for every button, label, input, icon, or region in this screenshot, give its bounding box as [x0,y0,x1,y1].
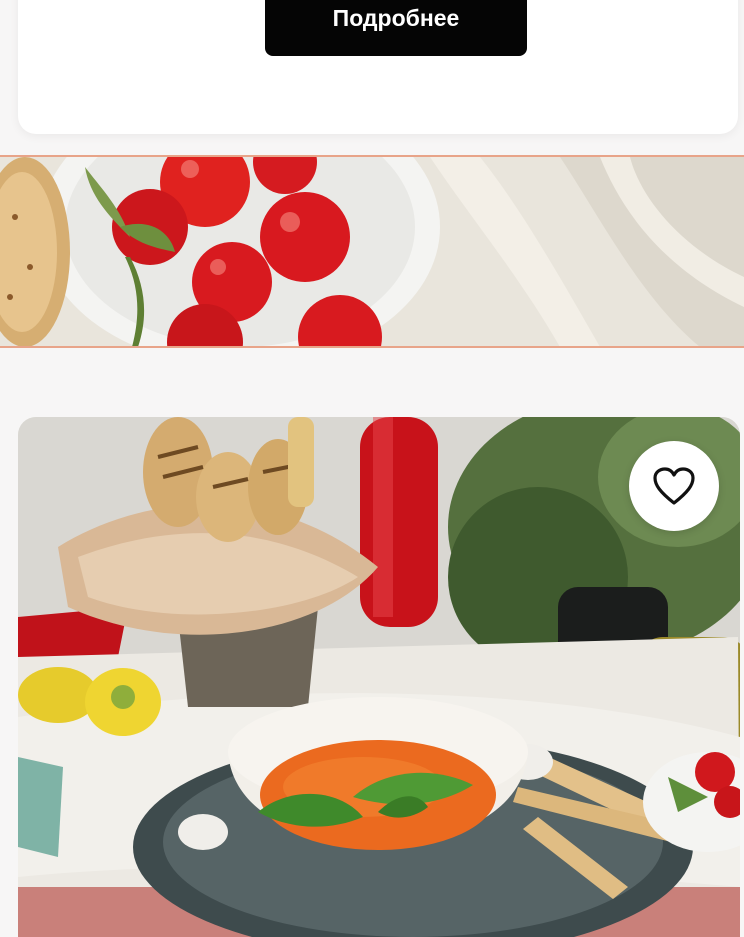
banner-image [0,155,744,348]
promo-card: Подробнее [18,0,738,134]
more-details-button[interactable]: Подробнее [265,0,527,56]
tomatoes-banner-illustration [0,157,744,346]
heart-outline-icon [653,467,695,505]
favorite-button[interactable] [629,441,719,531]
